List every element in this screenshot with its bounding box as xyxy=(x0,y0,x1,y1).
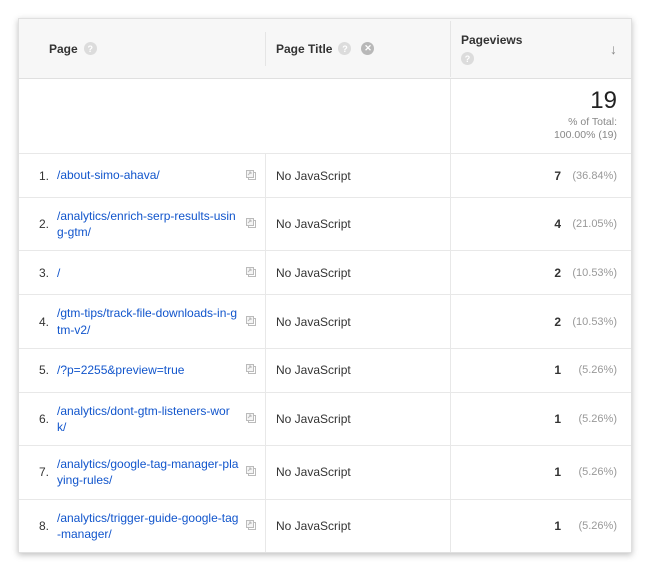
analytics-report-table: Page ? Page Title ? ✕ Pageviews ? ↓ 19 %… xyxy=(18,18,632,553)
page-link[interactable]: /analytics/dont-gtm-listeners-work/ xyxy=(57,403,239,435)
row-number: 3. xyxy=(19,251,49,294)
pageviews-count: 2 xyxy=(554,266,561,280)
header-pageviews[interactable]: Pageviews ? ↓ xyxy=(450,21,631,77)
pageviews-percent: (5.26%) xyxy=(567,413,617,425)
row-number: 4. xyxy=(19,295,49,347)
cell-pageviews: 1 (5.26%) xyxy=(450,393,631,445)
pageviews-count: 2 xyxy=(554,315,561,329)
cell-page: /analytics/google-tag-manager-playing-ru… xyxy=(49,446,265,498)
page-link[interactable]: /?p=2255&preview=true xyxy=(57,362,239,378)
pageviews-count: 1 xyxy=(554,363,561,377)
summary-pageviews: 19 % of Total: 100.00% (19) xyxy=(450,79,631,153)
cell-page: /analytics/dont-gtm-listeners-work/ xyxy=(49,393,265,445)
open-in-new-icon[interactable] xyxy=(245,412,259,426)
page-link[interactable]: /gtm-tips/track-file-downloads-in-gtm-v2… xyxy=(57,305,239,337)
pageviews-count: 4 xyxy=(554,217,561,231)
row-number: 1. xyxy=(19,154,49,197)
cell-page-title: No JavaScript xyxy=(265,393,450,445)
table-row: 6./analytics/dont-gtm-listeners-work/No … xyxy=(19,393,631,446)
cell-pageviews: 1 (5.26%) xyxy=(450,446,631,498)
cell-pageviews: 2 (10.53%) xyxy=(450,295,631,347)
summary-total: 19 xyxy=(461,87,617,116)
pageviews-percent: (5.26%) xyxy=(567,466,617,478)
row-number: 2. xyxy=(19,198,49,250)
cell-page-title: No JavaScript xyxy=(265,251,450,294)
header-page-label: Page xyxy=(49,42,78,56)
open-in-new-icon[interactable] xyxy=(245,169,259,183)
page-link[interactable]: /analytics/trigger-guide-google-tag-mana… xyxy=(57,510,239,542)
row-number: 6. xyxy=(19,393,49,445)
cell-page-title: No JavaScript xyxy=(265,154,450,197)
header-title-label: Page Title xyxy=(276,42,332,56)
page-link[interactable]: /analytics/enrich-serp-results-using-gtm… xyxy=(57,208,239,240)
pageviews-percent: (36.84%) xyxy=(567,170,617,182)
row-number: 8. xyxy=(19,500,49,552)
pageviews-count: 1 xyxy=(554,412,561,426)
help-icon[interactable]: ? xyxy=(338,42,351,55)
pageviews-count: 1 xyxy=(554,519,561,533)
cell-page-title: No JavaScript xyxy=(265,295,450,347)
pageviews-percent: (10.53%) xyxy=(567,316,617,328)
table-row: 1. /about-simo-ahava/No JavaScript 7 (36.84… xyxy=(19,154,631,198)
pageviews-percent: (5.26%) xyxy=(567,364,617,376)
help-icon[interactable]: ? xyxy=(84,42,97,55)
table-row: 4./gtm-tips/track-file-downloads-in-gtm-… xyxy=(19,295,631,348)
cell-pageviews: 7 (36.84%) xyxy=(450,154,631,197)
table-header-row: Page ? Page Title ? ✕ Pageviews ? ↓ xyxy=(19,19,631,79)
table-row: 2./analytics/enrich-serp-results-using-g… xyxy=(19,198,631,251)
remove-dimension-icon[interactable]: ✕ xyxy=(361,42,374,55)
header-views-label: Pageviews xyxy=(461,33,522,47)
help-icon[interactable]: ? xyxy=(461,52,474,65)
open-in-new-icon[interactable] xyxy=(245,519,259,533)
sort-descending-icon[interactable]: ↓ xyxy=(610,41,621,57)
open-in-new-icon[interactable] xyxy=(245,363,259,377)
cell-page: / xyxy=(49,251,265,294)
table-row: 8./analytics/trigger-guide-google-tag-ma… xyxy=(19,500,631,552)
row-number: 7. xyxy=(19,446,49,498)
open-in-new-icon[interactable] xyxy=(245,465,259,479)
pageviews-count: 7 xyxy=(554,169,561,183)
header-page[interactable]: Page ? xyxy=(19,32,265,66)
page-link[interactable]: /analytics/google-tag-manager-playing-ru… xyxy=(57,456,239,488)
open-in-new-icon[interactable] xyxy=(245,217,259,231)
cell-page-title: No JavaScript xyxy=(265,446,450,498)
pageviews-count: 1 xyxy=(554,465,561,479)
open-in-new-icon[interactable] xyxy=(245,266,259,280)
cell-pageviews: 1 (5.26%) xyxy=(450,349,631,392)
header-page-title[interactable]: Page Title ? ✕ xyxy=(265,32,450,66)
cell-pageviews: 4 (21.05%) xyxy=(450,198,631,250)
cell-pageviews: 1 (5.26%) xyxy=(450,500,631,552)
row-number: 5. xyxy=(19,349,49,392)
pageviews-percent: (10.53%) xyxy=(567,267,617,279)
summary-pct-label: % of Total: xyxy=(461,116,617,130)
cell-page: /?p=2255&preview=true xyxy=(49,349,265,392)
table-row: 5. /?p=2255&preview=true No JavaScript 1 (5.… xyxy=(19,349,631,393)
page-link[interactable]: / xyxy=(57,265,239,281)
cell-page-title: No JavaScript xyxy=(265,198,450,250)
summary-row: 19 % of Total: 100.00% (19) xyxy=(19,79,631,154)
pageviews-percent: (21.05%) xyxy=(567,218,617,230)
cell-page-title: No JavaScript xyxy=(265,349,450,392)
page-link[interactable]: /about-simo-ahava/ xyxy=(57,167,239,183)
cell-page: /analytics/trigger-guide-google-tag-mana… xyxy=(49,500,265,552)
cell-pageviews: 2 (10.53%) xyxy=(450,251,631,294)
table-row: 7./analytics/google-tag-manager-playing-… xyxy=(19,446,631,499)
cell-page: /about-simo-ahava/ xyxy=(49,154,265,197)
cell-page: /gtm-tips/track-file-downloads-in-gtm-v2… xyxy=(49,295,265,347)
cell-page: /analytics/enrich-serp-results-using-gtm… xyxy=(49,198,265,250)
table-row: 3. / No JavaScript 2 (10.53%) xyxy=(19,251,631,295)
pageviews-percent: (5.26%) xyxy=(567,520,617,532)
cell-page-title: No JavaScript xyxy=(265,500,450,552)
open-in-new-icon[interactable] xyxy=(245,315,259,329)
summary-pct-value: 100.00% (19) xyxy=(461,129,617,143)
